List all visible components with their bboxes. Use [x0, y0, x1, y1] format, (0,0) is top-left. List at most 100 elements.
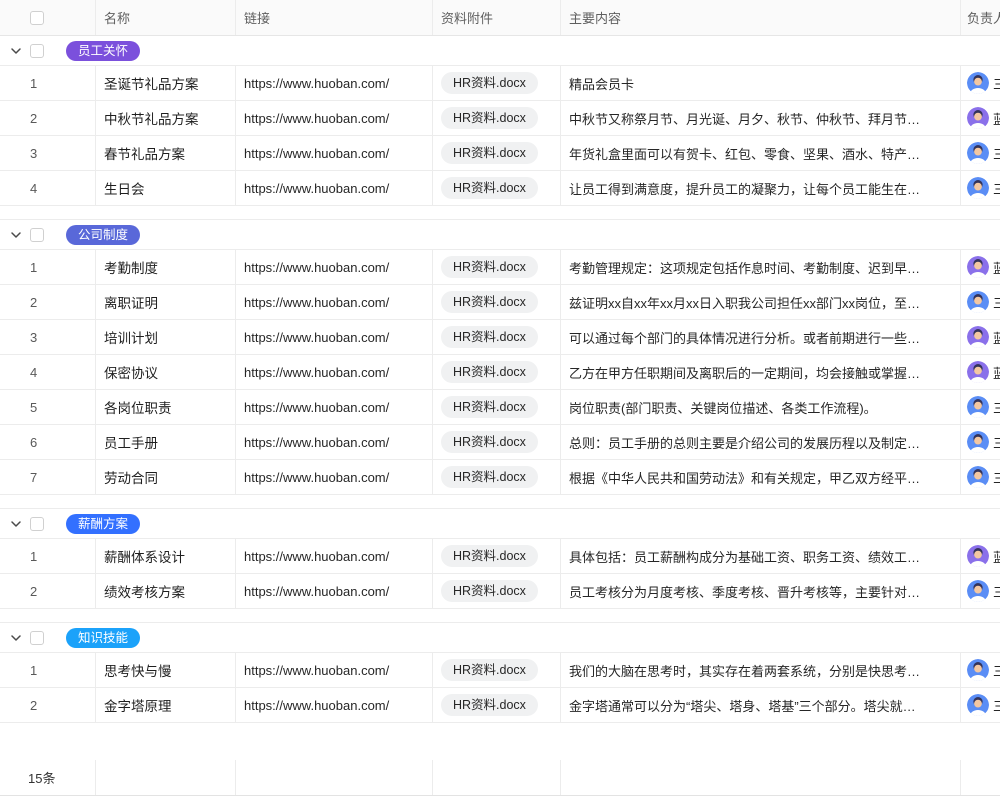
- column-header-attachment[interactable]: 资料附件: [432, 0, 560, 35]
- record-content: 年货礼盒里面可以有贺卡、红包、零食、坚果、酒水、特产…: [569, 144, 920, 163]
- record-content: 可以通过每个部门的具体情况进行分析。或者前期进行一些…: [569, 328, 920, 347]
- record-link[interactable]: https://www.huoban.com/: [244, 76, 389, 91]
- record-link[interactable]: https://www.huoban.com/: [244, 698, 389, 713]
- record-name[interactable]: 保密协议: [104, 362, 158, 382]
- record-name[interactable]: 各岗位职责: [104, 397, 172, 417]
- group-checkbox[interactable]: [30, 631, 44, 645]
- record-link[interactable]: https://www.huoban.com/: [244, 365, 389, 380]
- table-row[interactable]: 7 劳动合同 https://www.huoban.com/ HR资料.docx…: [0, 460, 1000, 495]
- record-link[interactable]: https://www.huoban.com/: [244, 584, 389, 599]
- attachment-label: HR资料.docx: [453, 181, 526, 195]
- record-name[interactable]: 培训计划: [104, 327, 158, 347]
- row-number: 2: [30, 698, 37, 713]
- record-link[interactable]: https://www.huoban.com/: [244, 435, 389, 450]
- record-link[interactable]: https://www.huoban.com/: [244, 400, 389, 415]
- group-checkbox[interactable]: [30, 44, 44, 58]
- attachment-chip[interactable]: HR资料.docx: [441, 177, 538, 199]
- attachment-label: HR资料.docx: [453, 295, 526, 309]
- chevron-down-icon[interactable]: [10, 518, 22, 530]
- attachment-label: HR资料.docx: [453, 111, 526, 125]
- chevron-down-icon[interactable]: [10, 45, 22, 57]
- attachment-chip[interactable]: HR资料.docx: [441, 291, 538, 313]
- record-name[interactable]: 薪酬体系设计: [104, 546, 185, 566]
- attachment-chip[interactable]: HR资料.docx: [441, 466, 538, 488]
- avatar: [967, 107, 989, 129]
- table-row[interactable]: 2 中秋节礼品方案 https://www.huoban.com/ HR资料.d…: [0, 101, 1000, 136]
- record-link[interactable]: https://www.huoban.com/: [244, 470, 389, 485]
- table-row[interactable]: 3 培训计划 https://www.huoban.com/ HR资料.docx…: [0, 320, 1000, 355]
- group-rows: 1 圣诞节礼品方案 https://www.huoban.com/ HR资料.d…: [0, 66, 1000, 206]
- record-link[interactable]: https://www.huoban.com/: [244, 330, 389, 345]
- record-name[interactable]: 春节礼品方案: [104, 143, 185, 163]
- record-link[interactable]: https://www.huoban.com/: [244, 181, 389, 196]
- attachment-chip[interactable]: HR资料.docx: [441, 107, 538, 129]
- table-row[interactable]: 1 思考快与慢 https://www.huoban.com/ HR资料.doc…: [0, 653, 1000, 688]
- record-link[interactable]: https://www.huoban.com/: [244, 260, 389, 275]
- attachment-chip[interactable]: HR资料.docx: [441, 142, 538, 164]
- record-name[interactable]: 圣诞节礼品方案: [104, 73, 199, 93]
- record-name[interactable]: 劳动合同: [104, 467, 158, 487]
- attachment-chip[interactable]: HR资料.docx: [441, 694, 538, 716]
- avatar: [967, 431, 989, 453]
- table-row[interactable]: 3 春节礼品方案 https://www.huoban.com/ HR资料.do…: [0, 136, 1000, 171]
- avatar: [967, 659, 989, 681]
- select-all-checkbox[interactable]: [30, 11, 44, 25]
- attachment-label: HR资料.docx: [453, 470, 526, 484]
- group-badge[interactable]: 公司制度: [66, 225, 140, 245]
- group-badge[interactable]: 员工关怀: [66, 41, 140, 61]
- record-link[interactable]: https://www.huoban.com/: [244, 549, 389, 564]
- attachment-chip[interactable]: HR资料.docx: [441, 545, 538, 567]
- group-badge[interactable]: 知识技能: [66, 628, 140, 648]
- table-row[interactable]: 1 圣诞节礼品方案 https://www.huoban.com/ HR资料.d…: [0, 66, 1000, 101]
- record-name[interactable]: 金字塔原理: [104, 695, 172, 715]
- table-row[interactable]: 2 绩效考核方案 https://www.huoban.com/ HR资料.do…: [0, 574, 1000, 609]
- group-checkbox[interactable]: [30, 228, 44, 242]
- attachment-chip[interactable]: HR资料.docx: [441, 396, 538, 418]
- column-header-owner[interactable]: 负责人: [960, 0, 1000, 35]
- table-row[interactable]: 1 薪酬体系设计 https://www.huoban.com/ HR资料.do…: [0, 539, 1000, 574]
- record-name[interactable]: 绩效考核方案: [104, 581, 185, 601]
- chevron-down-icon[interactable]: [10, 632, 22, 644]
- table-row[interactable]: 6 员工手册 https://www.huoban.com/ HR资料.docx…: [0, 425, 1000, 460]
- owner-name: 三: [993, 398, 1000, 417]
- record-name[interactable]: 思考快与慢: [104, 660, 172, 680]
- owner-name: 三: [993, 696, 1000, 715]
- attachment-chip[interactable]: HR资料.docx: [441, 72, 538, 94]
- group-checkbox[interactable]: [30, 517, 44, 531]
- chevron-down-icon[interactable]: [10, 229, 22, 241]
- record-name[interactable]: 员工手册: [104, 432, 158, 452]
- group-badge[interactable]: 薪酬方案: [66, 514, 140, 534]
- record-name[interactable]: 离职证明: [104, 292, 158, 312]
- table-row[interactable]: 4 生日会 https://www.huoban.com/ HR资料.docx …: [0, 171, 1000, 206]
- record-link[interactable]: https://www.huoban.com/: [244, 146, 389, 161]
- attachment-chip[interactable]: HR资料.docx: [441, 431, 538, 453]
- column-header-link[interactable]: 链接: [235, 0, 432, 35]
- attachment-chip[interactable]: HR资料.docx: [441, 361, 538, 383]
- record-name[interactable]: 生日会: [104, 178, 145, 198]
- column-header-content[interactable]: 主要内容: [560, 0, 960, 35]
- group-header-row[interactable]: 薪酬方案: [0, 509, 1000, 539]
- avatar: [967, 326, 989, 348]
- attachment-chip[interactable]: HR资料.docx: [441, 326, 538, 348]
- record-link[interactable]: https://www.huoban.com/: [244, 663, 389, 678]
- table-row[interactable]: 5 各岗位职责 https://www.huoban.com/ HR资料.doc…: [0, 390, 1000, 425]
- table-row[interactable]: 2 金字塔原理 https://www.huoban.com/ HR资料.doc…: [0, 688, 1000, 723]
- column-header-name[interactable]: 名称: [95, 0, 235, 35]
- group-rows: 1 薪酬体系设计 https://www.huoban.com/ HR资料.do…: [0, 539, 1000, 609]
- attachment-chip[interactable]: HR资料.docx: [441, 580, 538, 602]
- record-link[interactable]: https://www.huoban.com/: [244, 111, 389, 126]
- record-link[interactable]: https://www.huoban.com/: [244, 295, 389, 310]
- group-header-row[interactable]: 员工关怀: [0, 36, 1000, 66]
- attachment-chip[interactable]: HR资料.docx: [441, 659, 538, 681]
- table-row[interactable]: 4 保密协议 https://www.huoban.com/ HR资料.docx…: [0, 355, 1000, 390]
- table-row[interactable]: 2 离职证明 https://www.huoban.com/ HR资料.docx…: [0, 285, 1000, 320]
- group-header-row[interactable]: 公司制度: [0, 220, 1000, 250]
- attachment-label: HR资料.docx: [453, 76, 526, 90]
- record-name[interactable]: 考勤制度: [104, 257, 158, 277]
- row-number: 4: [30, 181, 37, 196]
- group-rows: 1 考勤制度 https://www.huoban.com/ HR资料.docx…: [0, 250, 1000, 495]
- record-name[interactable]: 中秋节礼品方案: [104, 108, 199, 128]
- attachment-chip[interactable]: HR资料.docx: [441, 256, 538, 278]
- table-row[interactable]: 1 考勤制度 https://www.huoban.com/ HR资料.docx…: [0, 250, 1000, 285]
- group-header-row[interactable]: 知识技能: [0, 623, 1000, 653]
